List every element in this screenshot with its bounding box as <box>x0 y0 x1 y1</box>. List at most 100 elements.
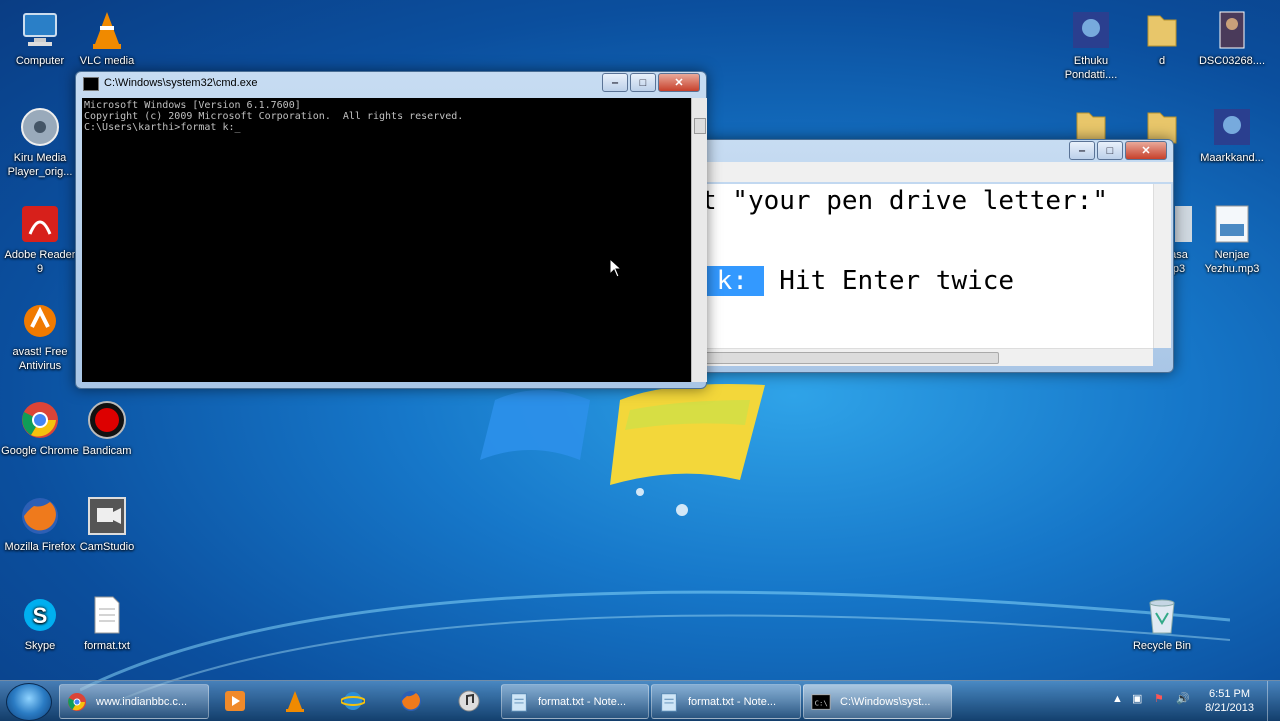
notepad-titlebar[interactable]: ‒ □ ✕ <box>701 140 1173 162</box>
scrollbar-thumb[interactable] <box>694 118 706 134</box>
show-desktop-button[interactable] <box>1267 681 1280 721</box>
vertical-scrollbar[interactable] <box>691 98 707 382</box>
svg-text:C:\: C:\ <box>815 698 828 707</box>
volume-icon[interactable]: 🔊 <box>1176 692 1190 705</box>
camstudio-icon <box>85 494 129 538</box>
desktop-icon-d-folder[interactable]: d <box>1122 8 1202 68</box>
clock[interactable]: 6:51 PM 8/21/2013 <box>1205 687 1254 715</box>
itunes-icon <box>458 690 480 712</box>
internet-explorer-icon <box>341 692 365 710</box>
notepad-menubar <box>701 162 1173 182</box>
taskbar-item-cmd[interactable]: C:\ C:\Windows\syst... <box>803 684 952 719</box>
text-file-icon <box>85 593 129 637</box>
clock-time: 6:51 PM <box>1209 688 1251 700</box>
recycle-bin-icon <box>1140 593 1184 637</box>
maximize-button[interactable]: □ <box>1097 141 1123 160</box>
taskbar-item-chrome[interactable]: www.indianbbc.c... <box>59 684 209 719</box>
network-icon[interactable]: ▣ <box>1132 692 1142 705</box>
start-button[interactable] <box>6 683 52 721</box>
taskbar-pin-vlc[interactable] <box>270 685 320 717</box>
show-hidden-icons-icon[interactable]: ▲ <box>1112 693 1123 705</box>
desktop-icon-label: DSC03268.... <box>1198 55 1266 67</box>
desktop-icon-camstudio[interactable]: CamStudio <box>67 494 147 554</box>
taskbar-pin-media[interactable] <box>210 685 260 717</box>
taskbar-pin-firefox[interactable] <box>386 685 436 717</box>
firefox-icon <box>18 494 62 538</box>
desktop-icon-nenjae[interactable]: Nenjae Yezhu.mp3 <box>1192 202 1272 276</box>
notepad-window[interactable]: ‒ □ ✕ t "your pen drive letter:" k: Hit … <box>700 139 1174 373</box>
desktop-icon-maarkkand[interactable]: Maarkkand... <box>1192 105 1272 165</box>
notepad-text-area[interactable]: t "your pen drive letter:" k: Hit Enter … <box>701 184 1153 348</box>
taskbar: www.indianbbc.c... format.txt - Note... … <box>0 680 1280 721</box>
media-player-icon <box>225 691 245 711</box>
horizontal-scrollbar[interactable] <box>701 348 1153 366</box>
taskbar-item-label: format.txt - Note... <box>688 695 777 708</box>
svg-text:S: S <box>33 603 48 628</box>
desktop-icon-ethuku[interactable]: Ethuku Pondatti.... <box>1051 8 1131 82</box>
notepad-icon <box>511 692 527 712</box>
desktop-icon-label: Kiru Media Player_orig... <box>7 152 73 178</box>
maximize-button[interactable]: □ <box>630 73 656 92</box>
avast-icon <box>18 299 62 343</box>
folder-icon <box>1140 8 1184 52</box>
taskbar-pin-itunes[interactable] <box>444 685 494 717</box>
desktop-icon-label: VLC media <box>79 55 135 67</box>
scrollbar-thumb[interactable] <box>701 352 999 364</box>
close-button[interactable]: ✕ <box>1125 141 1167 160</box>
taskbar-item-label: format.txt - Note... <box>538 695 627 708</box>
taskbar-item-label: www.indianbbc.c... <box>96 695 188 708</box>
desktop-icon-vlc[interactable]: VLC media <box>67 8 147 68</box>
desktop-icon-label: format.txt <box>84 640 130 652</box>
audio-file-icon <box>1210 202 1254 246</box>
desktop-icon-kiru-media[interactable]: Kiru Media Player_orig... <box>0 105 80 179</box>
console-line: Microsoft Windows [Version 6.1.7600] <box>84 100 301 111</box>
action-center-icon[interactable]: ⚑ <box>1154 692 1164 705</box>
desktop-icon-recycle-bin[interactable]: Recycle Bin <box>1122 593 1202 653</box>
system-tray: ▲ ▣ ⚑ 🔊 6:51 PM 8/21/2013 <box>1110 681 1280 721</box>
desktop-icon-label: Maarkkand... <box>1200 152 1264 164</box>
media-player-icon <box>18 105 62 149</box>
cmd-title: C:\Windows\system32\cmd.exe <box>104 77 258 89</box>
desktop-icon-label: Nenjae Yezhu.mp3 <box>1204 249 1260 275</box>
desktop-icon-adobe-reader[interactable]: Adobe Reader 9 <box>0 202 80 276</box>
chrome-icon <box>68 692 86 711</box>
minimize-button[interactable]: ‒ <box>1069 141 1095 160</box>
notepad-line-1: t "your pen drive letter:" <box>701 186 1108 216</box>
adobe-reader-icon <box>18 202 62 246</box>
taskbar-pin-ie[interactable] <box>328 685 378 717</box>
cmd-icon <box>83 77 99 91</box>
desktop-icon-avast[interactable]: avast! Free Antivirus <box>0 299 80 373</box>
vlc-icon <box>286 691 304 712</box>
console-line: Copyright (c) 2009 Microsoft Corporation… <box>84 111 464 122</box>
selected-text: k: <box>701 266 764 296</box>
taskbar-item-notepad-2[interactable]: format.txt - Note... <box>651 684 801 719</box>
firefox-icon <box>401 691 421 711</box>
desktop-icon-label: Adobe Reader 9 <box>4 249 76 275</box>
desktop-icon-label: CamStudio <box>79 541 135 553</box>
computer-icon <box>18 8 62 52</box>
desktop-icon-format-txt[interactable]: format.txt <box>67 593 147 653</box>
close-button[interactable]: ✕ <box>658 73 700 92</box>
desktop-icon-bandicam[interactable]: Bandicam <box>67 398 147 458</box>
desktop-icon-dsc[interactable]: DSC03268.... <box>1192 8 1272 68</box>
console-prompt: C:\Users\karthi>format k:_ <box>84 122 241 133</box>
minimize-button[interactable]: ‒ <box>602 73 628 92</box>
cmd-window[interactable]: C:\Windows\system32\cmd.exe ‒ □ ✕ Micros… <box>75 71 707 389</box>
windows-logo-wallpaper <box>480 384 765 516</box>
desktop-icon-label: avast! Free Antivirus <box>12 346 68 372</box>
cmd-titlebar[interactable]: C:\Windows\system32\cmd.exe ‒ □ ✕ <box>76 72 706 94</box>
movie-icon <box>1210 105 1254 149</box>
notepad-line-2-rest: Hit Enter twice <box>763 266 1015 296</box>
desktop-icon-label: d <box>1158 55 1166 67</box>
desktop-icon-label: Ethuku Pondatti.... <box>1064 55 1118 81</box>
notepad-line-2: k: Hit Enter twice <box>701 266 1014 296</box>
mouse-cursor-icon <box>609 258 623 278</box>
bandicam-icon <box>85 398 129 442</box>
vertical-scrollbar[interactable] <box>1153 184 1171 348</box>
console-output[interactable]: Microsoft Windows [Version 6.1.7600] Copy… <box>82 98 691 382</box>
notepad-icon <box>661 692 677 712</box>
chrome-icon <box>18 398 62 442</box>
skype-icon: S <box>18 593 62 637</box>
taskbar-item-notepad-1[interactable]: format.txt - Note... <box>501 684 649 719</box>
desktop-icon-label: Recycle Bin <box>1132 640 1192 652</box>
